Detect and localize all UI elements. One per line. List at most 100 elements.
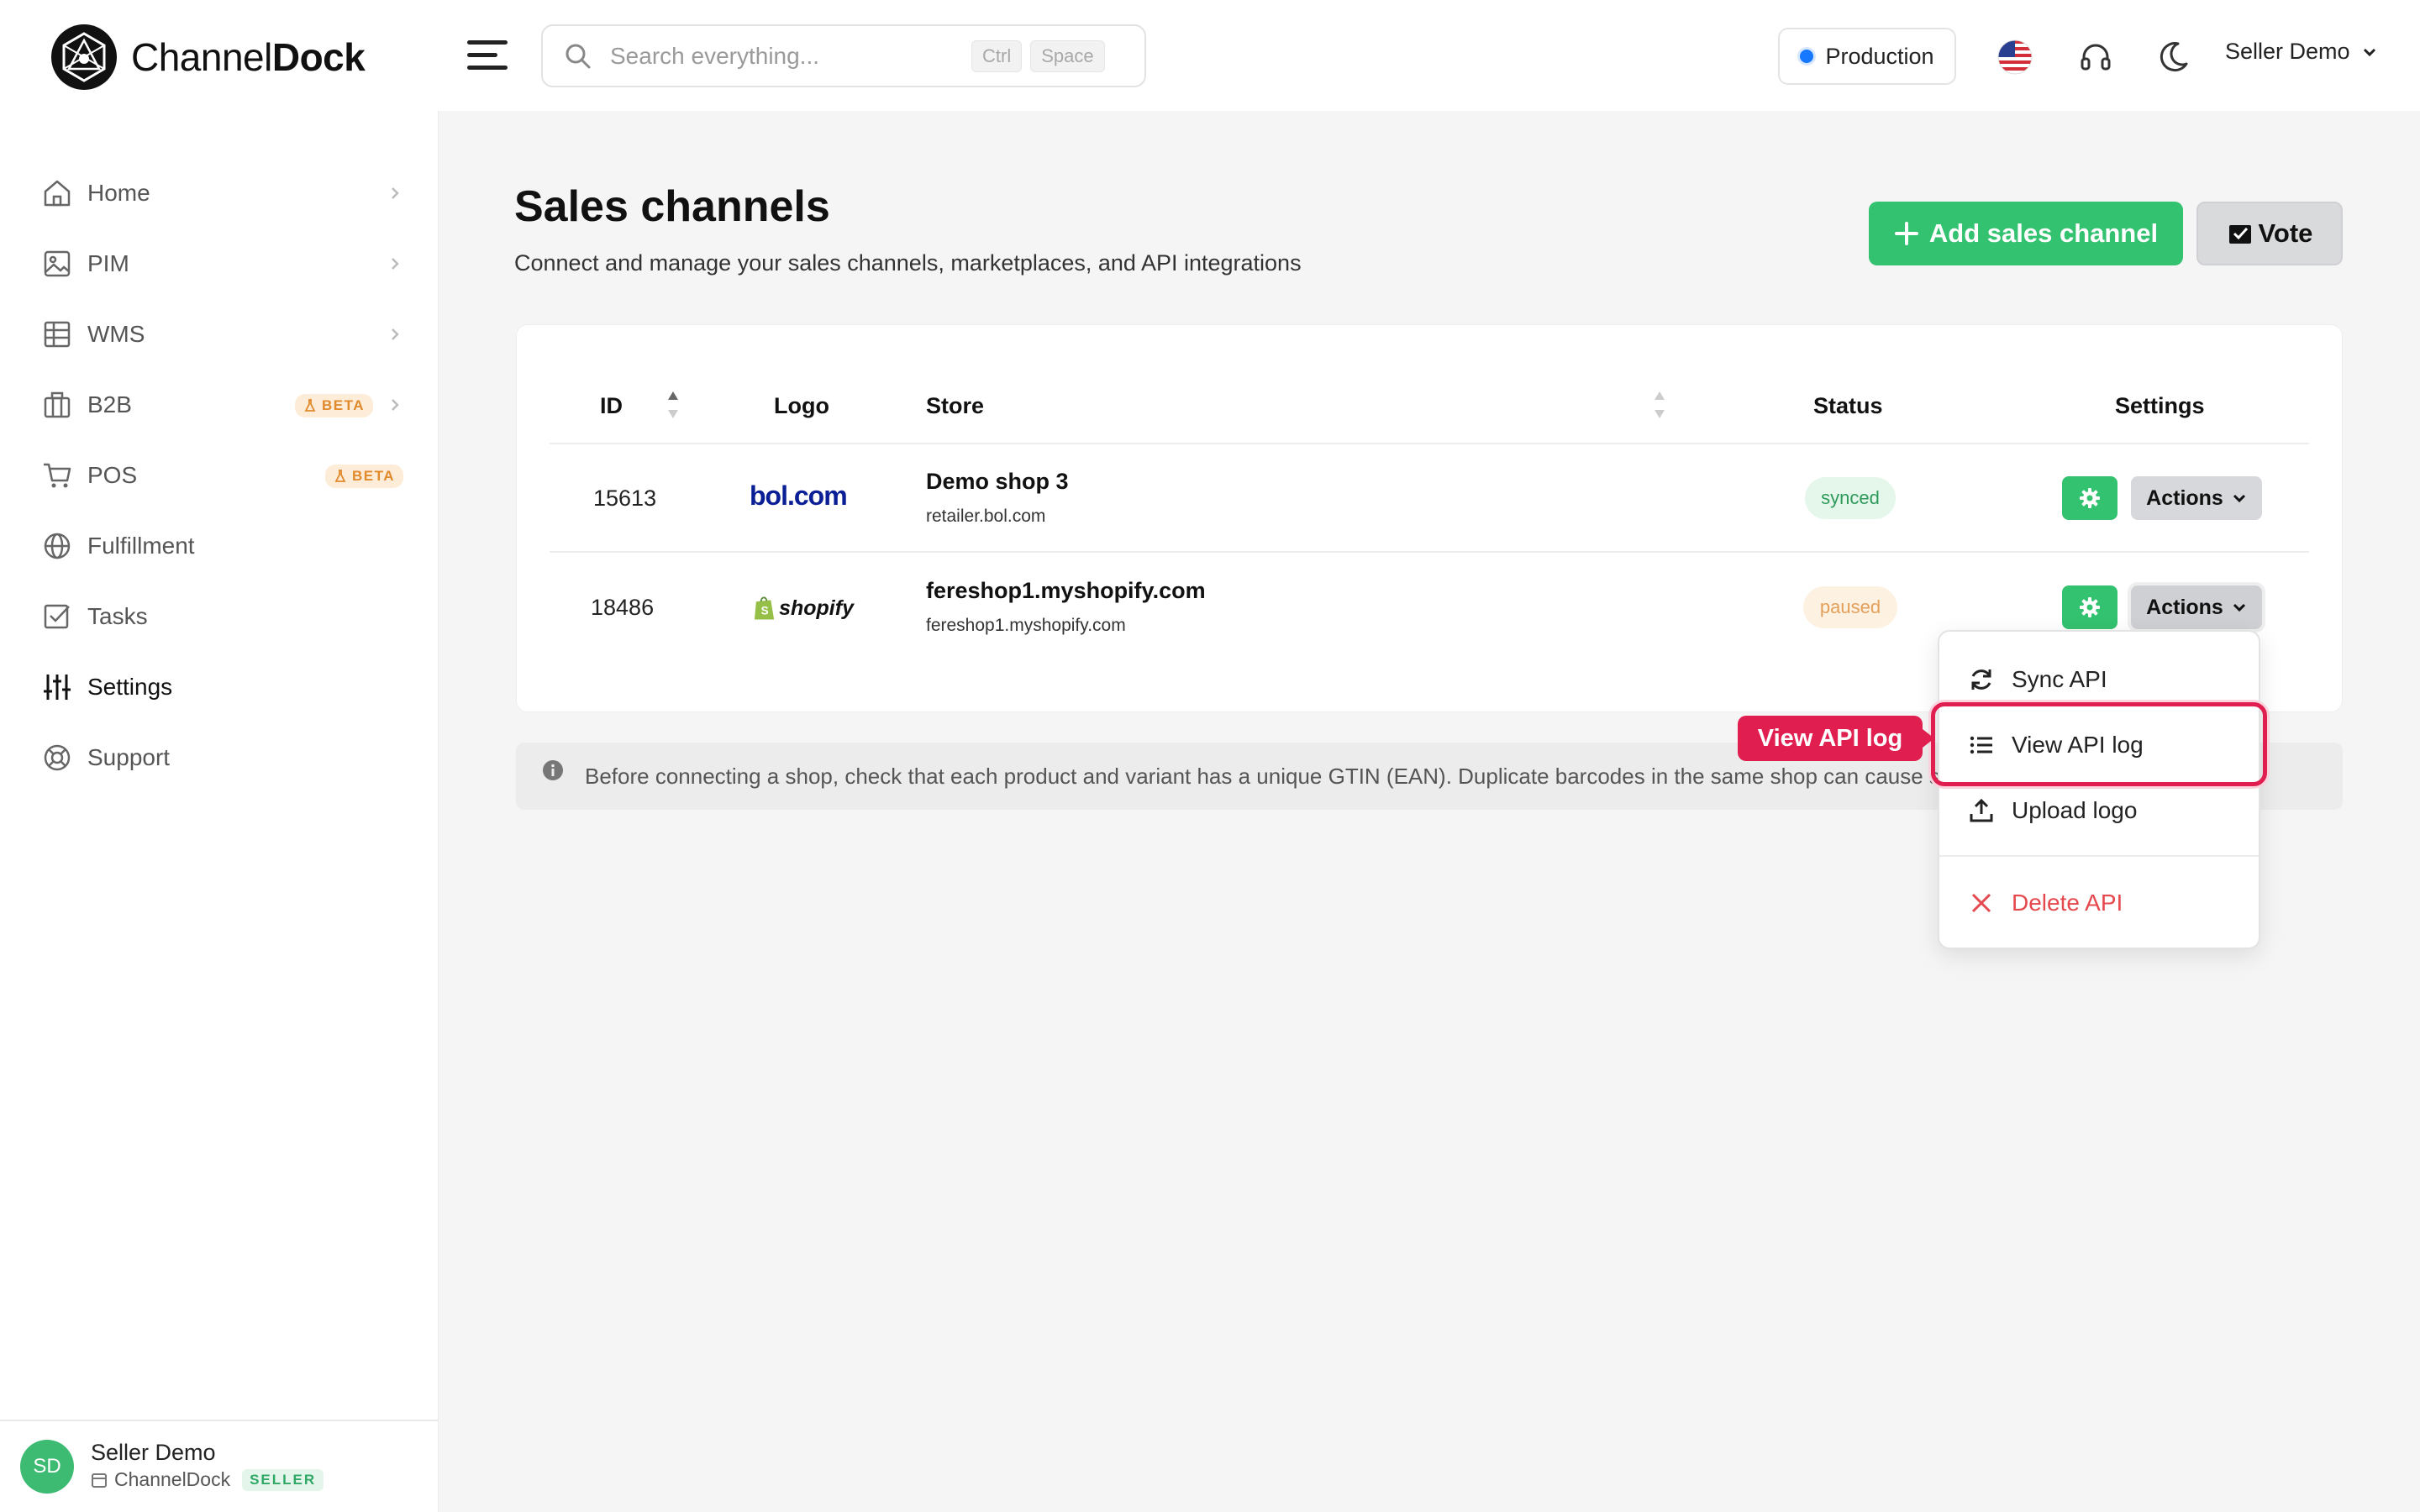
store-host: retailer.bol.com <box>926 507 1046 526</box>
channel-id: 15613 <box>593 486 657 511</box>
account-org: ChannelDock SELLER <box>91 1468 324 1491</box>
channel-settings-button[interactable] <box>2062 585 2118 629</box>
chevron-down-icon <box>2233 603 2245 612</box>
sidebar-item-pos[interactable]: POS BETA <box>42 452 403 499</box>
shopify-bag-icon: S <box>754 596 775 620</box>
channel-id: 18486 <box>591 595 655 620</box>
grid-icon <box>44 321 71 348</box>
channeldock-logo-icon <box>51 24 117 90</box>
menu-toggle-icon[interactable] <box>467 37 511 74</box>
briefcase-icon <box>44 391 71 418</box>
page-title: Sales channels <box>514 182 830 231</box>
row-divider <box>550 551 2309 553</box>
page-subtitle: Connect and manage your sales channels, … <box>514 250 1302 276</box>
user-menu-label: Seller Demo <box>2225 39 2350 64</box>
home-icon <box>44 180 71 207</box>
column-header-id[interactable]: ID <box>600 393 623 419</box>
environment-switch[interactable]: Production <box>1778 28 1956 85</box>
sidebar-item-pim[interactable]: PIM <box>42 240 403 287</box>
vote-button[interactable]: Vote <box>2196 202 2343 265</box>
beta-badge: BETA <box>324 465 403 488</box>
menu-item-upload-logo[interactable]: Upload logo <box>1939 781 2259 840</box>
sidebar-item-label: Fulfillment <box>87 533 195 559</box>
view-api-log-callout: View API log <box>1738 716 1934 761</box>
sort-icon[interactable] <box>1652 390 1667 420</box>
headset-support-icon[interactable] <box>2077 39 2114 76</box>
shortcut-key-space: Space <box>1030 39 1105 72</box>
search-icon <box>566 44 591 68</box>
us-flag-icon[interactable] <box>1996 39 2033 76</box>
sidebar-item-label: WMS <box>87 321 145 347</box>
avatar[interactable]: SD <box>20 1440 74 1494</box>
menu-item-view-api-log[interactable]: View API log <box>1939 716 2259 774</box>
row-divider <box>550 443 2309 444</box>
dark-mode-moon-icon[interactable] <box>2154 39 2191 76</box>
image-icon <box>44 250 71 277</box>
column-header-settings: Settings <box>2115 393 2205 418</box>
cart-icon <box>44 463 71 488</box>
sort-icon[interactable] <box>666 390 681 420</box>
menu-divider <box>1939 855 2259 857</box>
actions-dropdown-button[interactable]: Actions <box>2131 585 2262 629</box>
sidebar-item-b2b[interactable]: B2B BETA <box>42 381 403 428</box>
close-icon <box>1971 893 1991 913</box>
beta-badge: BETA <box>294 394 373 417</box>
sidebar-item-label: B2B <box>87 391 132 417</box>
status-badge: synced <box>1805 477 1896 519</box>
store-name[interactable]: fereshop1.myshopify.com <box>926 578 1206 604</box>
environment-status-dot <box>1800 50 1814 63</box>
column-header-status: Status <box>1813 393 1883 418</box>
sidebar-item-tasks[interactable]: Tasks <box>42 593 403 640</box>
search-input[interactable] <box>610 42 963 70</box>
sidebar-item-label: PIM <box>87 250 129 276</box>
sidebar-item-fulfillment[interactable]: Fulfillment <box>42 522 403 570</box>
shopify-logo: S shopify <box>753 591 854 626</box>
menu-item-sync-api[interactable]: Sync API <box>1939 650 2259 709</box>
brand-name: ChannelDock <box>131 35 366 79</box>
global-search[interactable]: Ctrl Space <box>541 24 1146 87</box>
role-badge: SELLER <box>242 1468 324 1491</box>
check-square-icon <box>44 604 70 629</box>
chevron-down-icon <box>2233 494 2245 503</box>
channel-settings-button[interactable] <box>2062 476 2118 520</box>
globe-icon <box>44 533 71 559</box>
account-footer[interactable]: SD Seller Demo ChannelDock SELLER <box>0 1420 439 1512</box>
status-badge: paused <box>1803 586 1897 628</box>
building-icon <box>92 1473 107 1488</box>
user-menu[interactable]: Seller Demo <box>2225 39 2379 65</box>
environment-label: Production <box>1825 43 1934 69</box>
sidebar-item-settings[interactable]: Settings <box>42 664 403 711</box>
chevron-right-icon <box>392 258 399 270</box>
add-sales-channel-button[interactable]: Add sales channel <box>1869 202 2183 265</box>
flask-icon <box>304 399 316 412</box>
gear-icon <box>2080 488 2100 508</box>
top-header: ChannelDock Ctrl Space Production <box>0 0 2420 111</box>
sidebar-item-wms[interactable]: WMS <box>42 311 403 358</box>
ballot-box-icon <box>2228 225 2251 244</box>
sidebar-item-label: POS <box>87 462 138 488</box>
list-icon <box>1970 736 1992 754</box>
sidebar-item-label: Support <box>87 744 171 770</box>
sliders-icon <box>44 675 71 700</box>
sidebar-item-support[interactable]: Support <box>42 734 403 781</box>
actions-dropdown-menu: Sync API View API log Upload logo Delete… <box>1938 630 2260 949</box>
gear-icon <box>2080 597 2100 617</box>
chevron-down-icon <box>2363 48 2375 56</box>
sidebar-item-home[interactable]: Home <box>42 170 403 217</box>
brand-logo[interactable]: ChannelDock <box>50 24 366 91</box>
sidebar-item-label: Settings <box>87 674 173 700</box>
notice-text: Before connecting a shop, check that eac… <box>585 763 2044 789</box>
lifebuoy-icon <box>44 744 71 771</box>
info-icon <box>543 760 563 780</box>
column-header-store[interactable]: Store <box>926 393 984 419</box>
store-host: fereshop1.myshopify.com <box>926 616 1126 635</box>
shortcut-key-ctrl: Ctrl <box>971 39 1023 72</box>
chevron-right-icon <box>392 187 399 199</box>
store-name[interactable]: Demo shop 3 <box>926 469 1069 495</box>
flask-icon <box>334 470 346 482</box>
sidebar-item-label: Home <box>87 180 150 206</box>
actions-dropdown-button[interactable]: Actions <box>2131 476 2262 520</box>
bolcom-logo: bol.com <box>750 480 848 511</box>
chevron-right-icon <box>392 399 399 411</box>
menu-item-delete-api[interactable]: Delete API <box>1939 874 2259 932</box>
